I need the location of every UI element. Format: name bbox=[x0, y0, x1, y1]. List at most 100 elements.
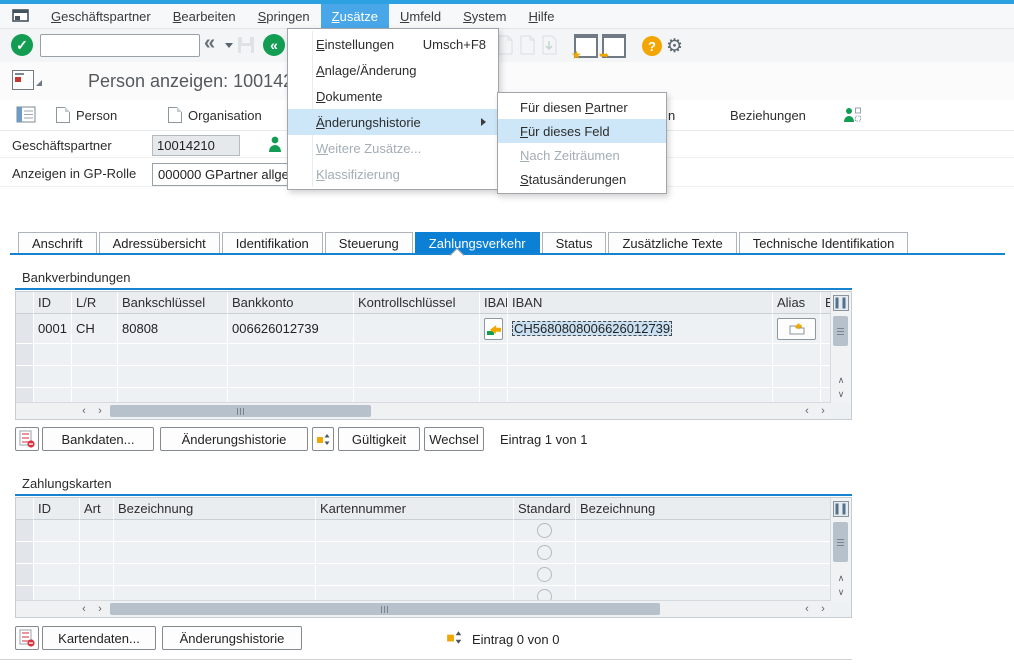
table-cell[interactable] bbox=[773, 388, 821, 403]
table-settings-icon[interactable] bbox=[833, 295, 849, 314]
column-header-id[interactable]: ID bbox=[34, 498, 80, 520]
menu-item-einstellungen[interactable]: EinstellungenUmsch+F8 bbox=[288, 31, 498, 57]
iban-value-selected[interactable]: CH5680808006626012739 bbox=[512, 321, 672, 336]
table-cell[interactable] bbox=[80, 564, 114, 586]
table-cell[interactable] bbox=[114, 564, 316, 586]
table-cell[interactable] bbox=[354, 314, 480, 344]
alias-button[interactable] bbox=[777, 318, 816, 340]
tab-steuerung[interactable]: Steuerung bbox=[325, 232, 413, 254]
scroll-left-icon[interactable]: ‹ bbox=[799, 602, 815, 616]
menubar-item-zusätze[interactable]: Zusätze bbox=[321, 4, 389, 28]
row-selector-cell[interactable] bbox=[16, 314, 34, 344]
command-field[interactable] bbox=[41, 35, 225, 56]
standard-radio[interactable] bbox=[537, 545, 552, 560]
scroll-right-icon[interactable]: › bbox=[92, 602, 108, 616]
table-cell[interactable] bbox=[508, 344, 773, 366]
table-cell[interactable] bbox=[316, 520, 514, 542]
table-cell[interactable] bbox=[34, 344, 72, 366]
table-cell[interactable] bbox=[114, 542, 316, 564]
table-cell[interactable] bbox=[354, 366, 480, 388]
bank-horizontal-scrollbar[interactable]: ‹ › ‹ › bbox=[16, 402, 831, 419]
menu-item-anlage-änderung[interactable]: Anlage/Änderung bbox=[288, 57, 498, 83]
title-dropdown-icon[interactable] bbox=[36, 80, 42, 86]
table-cell[interactable]: 0001 bbox=[34, 314, 72, 344]
row-selector-cell[interactable] bbox=[16, 366, 34, 388]
hscroll-track[interactable] bbox=[110, 404, 797, 418]
download-document-icon[interactable] bbox=[540, 35, 558, 58]
table-cell[interactable] bbox=[514, 520, 576, 542]
menubar-item-system[interactable]: System bbox=[452, 4, 517, 28]
row-selector-cell[interactable] bbox=[16, 344, 34, 366]
bankdaten-button[interactable]: Bankdaten... bbox=[42, 427, 154, 451]
menu-item-für-diesen-partner[interactable]: Für diesen Partner bbox=[498, 95, 666, 119]
find-document-icon[interactable] bbox=[518, 35, 536, 58]
column-header-bezeichnung[interactable]: Bezeichnung bbox=[576, 498, 831, 520]
vscroll-thumb[interactable] bbox=[833, 316, 848, 346]
menubar-item-umfeld[interactable]: Umfeld bbox=[389, 4, 452, 28]
table-cell[interactable] bbox=[34, 564, 80, 586]
standard-radio[interactable] bbox=[537, 523, 552, 538]
beziehungen-button[interactable]: Beziehungen bbox=[730, 100, 806, 130]
delete-card-row-button[interactable] bbox=[15, 626, 39, 650]
back-icon[interactable]: « bbox=[204, 32, 215, 55]
table-cell[interactable] bbox=[72, 388, 118, 403]
hscroll-track[interactable] bbox=[110, 602, 797, 616]
menubar-item-hilfe[interactable]: Hilfe bbox=[517, 4, 565, 28]
menu-item-weitere-zusätze[interactable]: Weitere Zusätze... bbox=[288, 135, 498, 161]
row-selector-cell[interactable] bbox=[16, 586, 34, 601]
delete-bank-row-button[interactable] bbox=[15, 427, 39, 451]
table-cell[interactable] bbox=[80, 520, 114, 542]
gui-status-icon[interactable] bbox=[12, 70, 34, 90]
table-cell[interactable] bbox=[228, 344, 354, 366]
table-cell[interactable] bbox=[80, 542, 114, 564]
column-header-bezeichnung[interactable]: Bezeichnung bbox=[114, 498, 316, 520]
enter-button[interactable]: ✓ bbox=[11, 34, 33, 56]
table-cell[interactable]: CH5680808006626012739 bbox=[508, 314, 773, 344]
relationships-icon[interactable] bbox=[842, 106, 862, 127]
scroll-up-icon[interactable]: ∧ bbox=[833, 373, 849, 387]
standard-radio[interactable] bbox=[537, 567, 552, 582]
menu-item-dokumente[interactable]: Dokumente bbox=[288, 83, 498, 109]
new-session-icon[interactable]: ★ bbox=[574, 34, 598, 58]
menu-item-statusänderungen[interactable]: Statusänderungen bbox=[498, 167, 666, 191]
table-cell[interactable] bbox=[316, 564, 514, 586]
column-header-iban[interactable]: IBAN bbox=[508, 292, 773, 314]
person-button[interactable]: Person bbox=[56, 100, 117, 130]
table-cell[interactable] bbox=[34, 520, 80, 542]
table-cell[interactable] bbox=[118, 366, 228, 388]
row-selector-cell[interactable] bbox=[16, 564, 34, 586]
locator-icon[interactable] bbox=[16, 106, 36, 126]
column-header-kontrollschlüssel[interactable]: Kontrollschlüssel bbox=[354, 292, 480, 314]
card-horizontal-scrollbar[interactable]: ‹ › ‹ › bbox=[16, 600, 831, 617]
table-cell[interactable] bbox=[576, 542, 831, 564]
table-settings-icon[interactable] bbox=[833, 501, 849, 520]
table-cell[interactable] bbox=[354, 388, 480, 403]
organisation-button[interactable]: Organisation bbox=[168, 100, 262, 130]
table-cell[interactable] bbox=[773, 366, 821, 388]
scroll-left-icon[interactable]: ‹ bbox=[76, 602, 92, 616]
occluded-button-label[interactable]: n bbox=[668, 100, 675, 130]
table-cell[interactable] bbox=[480, 366, 508, 388]
scroll-left-icon[interactable]: ‹ bbox=[76, 404, 92, 418]
scroll-left-icon[interactable]: ‹ bbox=[799, 404, 815, 418]
table-cell[interactable] bbox=[34, 388, 72, 403]
tab-technische-identifikation[interactable]: Technische Identifikation bbox=[739, 232, 909, 254]
column-header-l-r[interactable]: L/R bbox=[72, 292, 118, 314]
menubar-item-geschäftspartner[interactable]: Geschäftspartner bbox=[40, 4, 162, 28]
wechsel-button[interactable]: Wechsel bbox=[424, 427, 484, 451]
table-cell[interactable]: CH bbox=[72, 314, 118, 344]
menu-item-klassifizierung[interactable]: Klassifizierung bbox=[288, 161, 498, 187]
table-cell[interactable] bbox=[480, 388, 508, 403]
table-cell[interactable] bbox=[72, 344, 118, 366]
table-cell[interactable] bbox=[316, 586, 514, 601]
menu-item-änderungshistorie[interactable]: Änderungshistorie bbox=[288, 109, 498, 135]
row-selector-cell[interactable] bbox=[16, 520, 34, 542]
table-cell[interactable] bbox=[34, 542, 80, 564]
tab-adressübersicht[interactable]: Adressübersicht bbox=[99, 232, 220, 254]
tab-zahlungsverkehr[interactable]: Zahlungsverkehr bbox=[415, 232, 540, 254]
table-cell[interactable] bbox=[114, 586, 316, 601]
table-cell[interactable] bbox=[576, 586, 831, 601]
iban-transfer-button[interactable] bbox=[484, 318, 503, 340]
column-header-bankschlüssel[interactable]: Bankschlüssel bbox=[118, 292, 228, 314]
table-cell[interactable] bbox=[118, 388, 228, 403]
